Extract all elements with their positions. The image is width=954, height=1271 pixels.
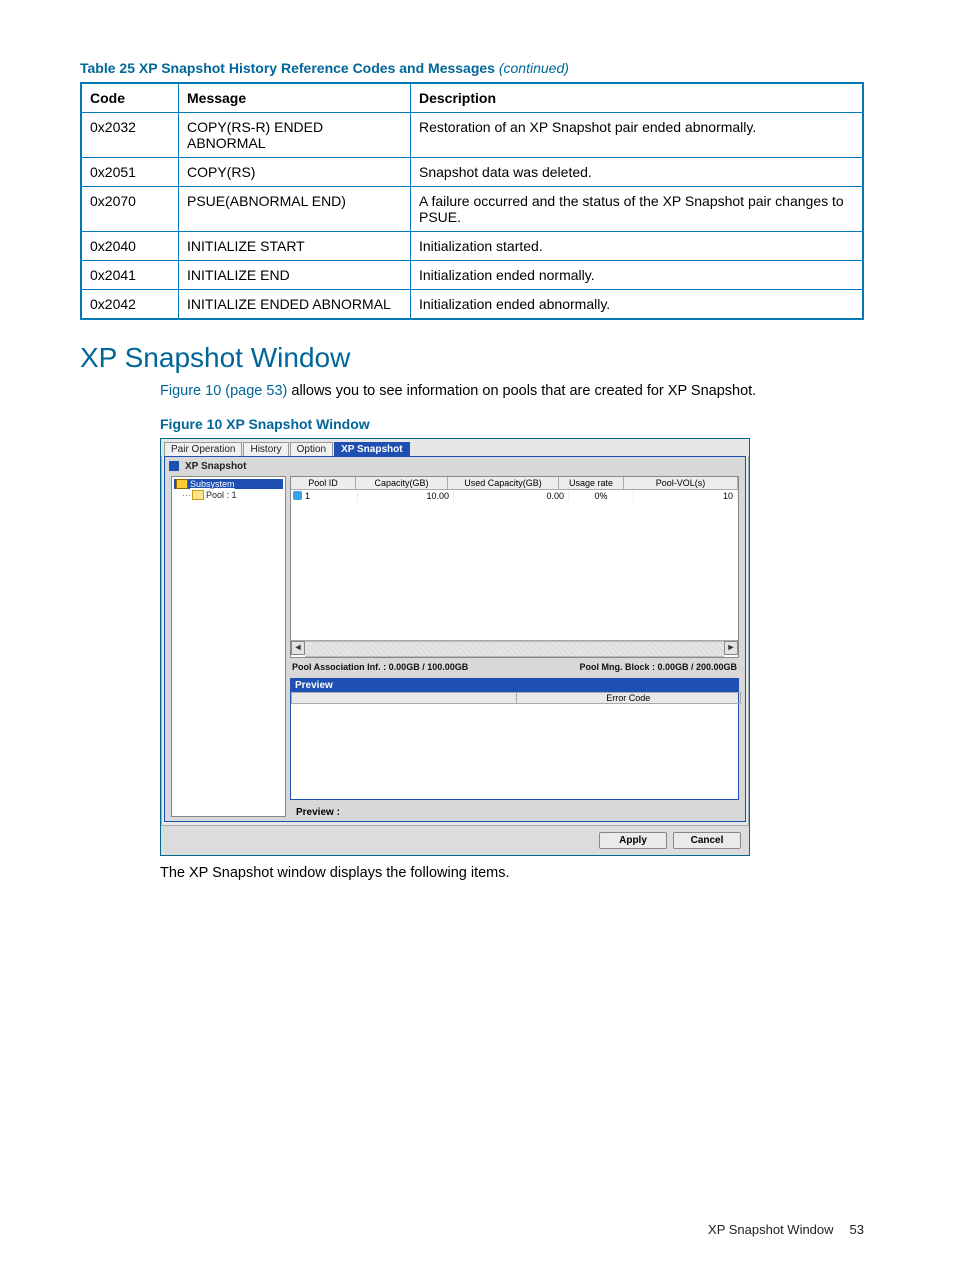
scroll-right-button[interactable]: ► <box>724 641 738 655</box>
table-row: 0x2041 INITIALIZE END Initialization end… <box>81 261 863 290</box>
preview-header-error-code[interactable]: Error Code <box>516 692 742 704</box>
pool-association-info: Pool Association Inf. : 0.00GB / 100.00G… <box>292 662 468 672</box>
cell-message: PSUE(ABNORMAL END) <box>179 187 411 232</box>
tab-xp-snapshot[interactable]: XP Snapshot <box>334 442 410 456</box>
cell-code: 0x2040 <box>81 232 179 261</box>
table-title-main: Table 25 XP Snapshot History Reference C… <box>80 60 495 76</box>
cell-description: Snapshot data was deleted. <box>411 158 864 187</box>
table-title: Table 25 XP Snapshot History Reference C… <box>80 60 864 76</box>
cell-code: 0x2032 <box>81 113 179 158</box>
cell-pool-vols: 10 <box>634 490 738 502</box>
preview-title: Preview <box>291 679 738 692</box>
cell-description: Restoration of an XP Snapshot pair ended… <box>411 113 864 158</box>
tab-option[interactable]: Option <box>290 442 333 456</box>
cell-code: 0x2051 <box>81 158 179 187</box>
cell-description: A failure occurred and the status of the… <box>411 187 864 232</box>
cell-code: 0x2070 <box>81 187 179 232</box>
section-heading: XP Snapshot Window <box>80 342 864 374</box>
tree-root-subsystem[interactable]: Subsystem <box>174 479 283 489</box>
horizontal-scrollbar[interactable]: ◄ ► <box>291 640 738 657</box>
preview-header-blank <box>291 692 516 704</box>
grid-body[interactable]: 1 10.00 0.00 0% 10 <box>291 490 738 640</box>
app-footer: Apply Cancel <box>161 825 749 855</box>
table-row: 0x2042 INITIALIZE ENDED ABNORMAL Initial… <box>81 290 863 320</box>
preview-panel: Preview Error Code <box>290 678 739 800</box>
xp-snapshot-window-figure: Pair Operation History Option XP Snapsho… <box>160 438 750 856</box>
cell-code: 0x2042 <box>81 290 179 320</box>
intro-paragraph: Figure 10 (page 53) allows you to see in… <box>160 382 864 402</box>
preview-footer-label: Preview : <box>290 804 739 821</box>
grid-header-pool-id[interactable]: Pool ID <box>291 477 356 490</box>
cell-description: Initialization started. <box>411 232 864 261</box>
tab-history[interactable]: History <box>243 442 288 456</box>
pool-row-icon <box>293 491 302 500</box>
scroll-left-button[interactable]: ◄ <box>291 641 305 655</box>
cancel-button[interactable]: Cancel <box>673 832 741 849</box>
cell-pool-id: 1 <box>291 490 358 502</box>
panel-title-bar: XP Snapshot <box>165 457 745 476</box>
tree-view[interactable]: Subsystem ⋯ Pool : 1 <box>171 476 286 817</box>
grid-header-capacity[interactable]: Capacity(GB) <box>356 477 448 490</box>
cell-message: INITIALIZE START <box>179 232 411 261</box>
grid-header-usage-rate[interactable]: Usage rate <box>559 477 624 490</box>
reference-codes-table: Code Message Description 0x2032 COPY(RS-… <box>80 82 864 320</box>
grid-header-pool-vols[interactable]: Pool-VOL(s) <box>624 477 738 490</box>
grid-header-used-capacity[interactable]: Used Capacity(GB) <box>448 477 559 490</box>
cell-message: COPY(RS-R) ENDED ABNORMAL <box>179 113 411 158</box>
cell-description: Initialization ended normally. <box>411 261 864 290</box>
cell-usage-rate: 0% <box>569 490 634 502</box>
col-header-code: Code <box>81 83 179 113</box>
figure-reference-link[interactable]: Figure 10 (page 53) <box>160 383 287 399</box>
page-footer: XP Snapshot Window 53 <box>0 1222 954 1237</box>
cell-pool-id-value: 1 <box>305 491 310 501</box>
preview-body[interactable] <box>291 704 738 799</box>
tab-pair-operation[interactable]: Pair Operation <box>164 442 242 456</box>
apply-button[interactable]: Apply <box>599 832 667 849</box>
closing-paragraph: The XP Snapshot window displays the foll… <box>160 864 864 884</box>
tab-bar: Pair Operation History Option XP Snapsho… <box>161 439 749 456</box>
col-header-description: Description <box>411 83 864 113</box>
footer-title: XP Snapshot Window <box>708 1222 834 1237</box>
cell-used-capacity: 0.00 <box>454 490 569 502</box>
pool-folder-icon <box>192 490 204 500</box>
pool-mng-block-info: Pool Mng. Block : 0.00GB / 200.00GB <box>579 662 737 672</box>
main-panel: XP Snapshot Subsystem ⋯ Pool : 1 <box>164 456 746 822</box>
col-header-message: Message <box>179 83 411 113</box>
footer-page-number: 53 <box>850 1222 864 1237</box>
tree-child-label: Pool : 1 <box>206 490 237 500</box>
table-row: 0x2040 INITIALIZE START Initialization s… <box>81 232 863 261</box>
pool-info-line: Pool Association Inf. : 0.00GB / 100.00G… <box>290 658 739 678</box>
scroll-track[interactable] <box>305 641 724 657</box>
cell-description: Initialization ended abnormally. <box>411 290 864 320</box>
grid-row[interactable]: 1 10.00 0.00 0% 10 <box>291 490 738 502</box>
table-title-continued: (continued) <box>499 60 569 76</box>
table-row: 0x2070 PSUE(ABNORMAL END) A failure occu… <box>81 187 863 232</box>
figure-title: Figure 10 XP Snapshot Window <box>160 416 864 432</box>
tree-branch-icon: ⋯ <box>182 490 190 501</box>
tree-item-pool[interactable]: ⋯ Pool : 1 <box>182 490 283 501</box>
tree-root-label: Subsystem <box>190 479 235 489</box>
panel-title: XP Snapshot <box>185 461 247 472</box>
cell-message: INITIALIZE ENDED ABNORMAL <box>179 290 411 320</box>
cell-code: 0x2041 <box>81 261 179 290</box>
table-row: 0x2051 COPY(RS) Snapshot data was delete… <box>81 158 863 187</box>
cell-capacity: 10.00 <box>358 490 454 502</box>
cell-message: COPY(RS) <box>179 158 411 187</box>
pool-grid: Pool ID Capacity(GB) Used Capacity(GB) U… <box>290 476 739 658</box>
cell-message: INITIALIZE END <box>179 261 411 290</box>
intro-rest: allows you to see information on pools t… <box>287 383 756 399</box>
table-row: 0x2032 COPY(RS-R) ENDED ABNORMAL Restora… <box>81 113 863 158</box>
panel-title-marker-icon <box>169 461 179 471</box>
subsystem-icon <box>176 479 188 489</box>
